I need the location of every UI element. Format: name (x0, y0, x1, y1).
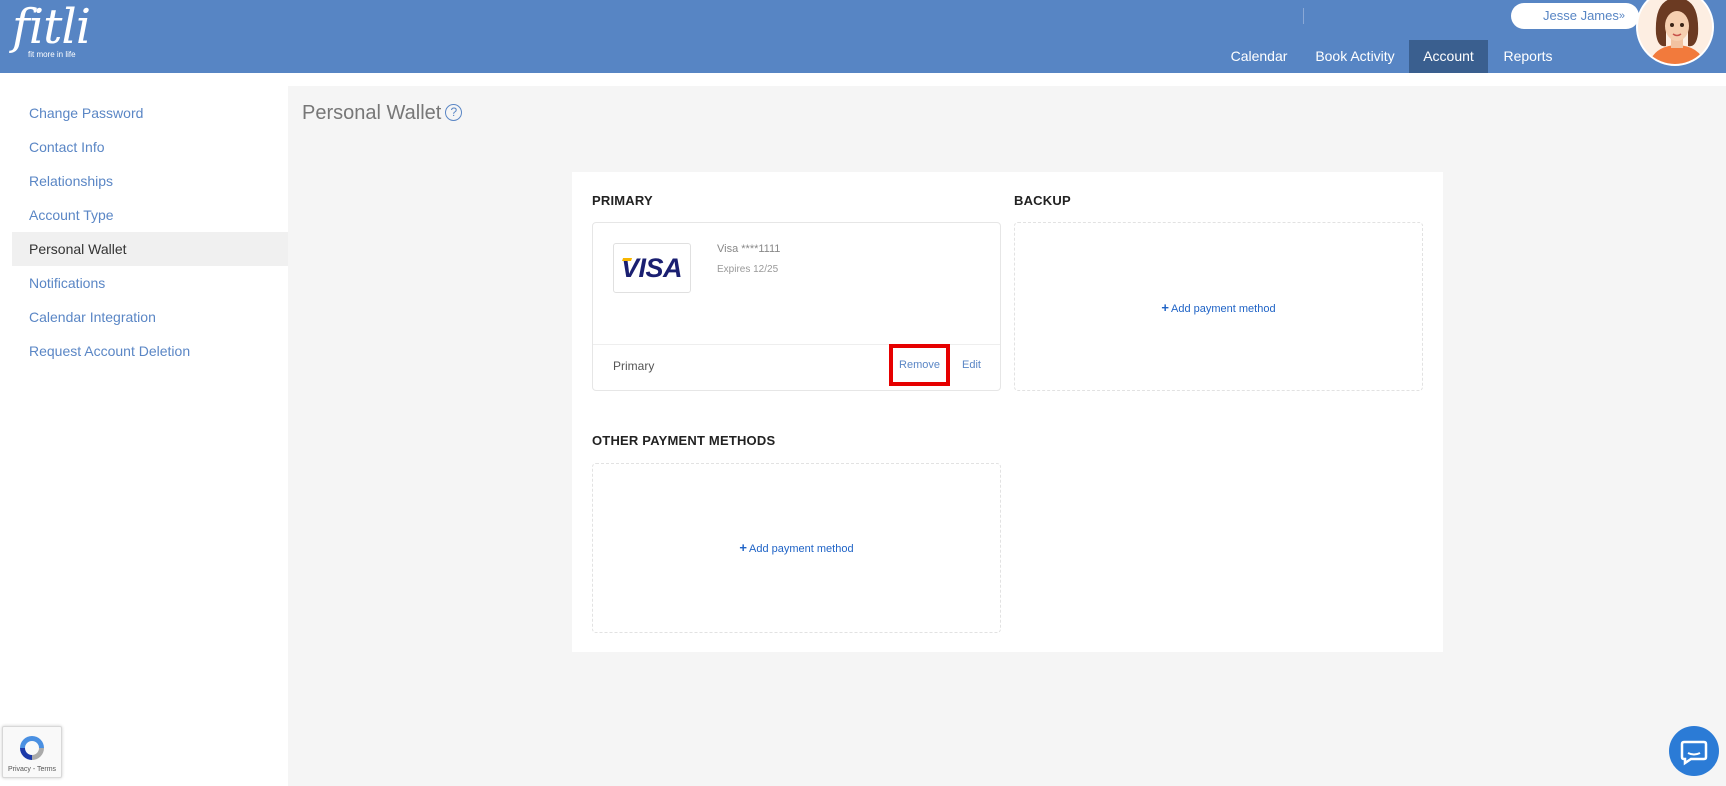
card-expiry: Expires 12/25 (717, 264, 779, 275)
avatar-icon (1638, 0, 1712, 64)
sidebar-item-account-type[interactable]: Account Type (12, 198, 288, 232)
card-number: Visa ****1111 (717, 243, 781, 255)
sidebar-item-personal-wallet[interactable]: Personal Wallet (12, 232, 288, 266)
edit-card-link[interactable]: Edit (962, 359, 981, 371)
remove-card-link[interactable]: Remove (893, 348, 946, 382)
sidebar-item-calendar-integration[interactable]: Calendar Integration (12, 300, 288, 334)
backup-section-title: BACKUP (1014, 193, 1071, 208)
nav-divider (1303, 8, 1304, 24)
nav-calendar[interactable]: Calendar (1219, 40, 1299, 73)
other-payment-slot: + Add payment method (592, 463, 1001, 633)
avatar[interactable] (1636, 0, 1714, 66)
nav-account[interactable]: Account (1409, 40, 1488, 73)
plus-icon: + (739, 540, 747, 555)
backup-card-slot: + Add payment method (1014, 222, 1423, 391)
user-menu[interactable]: Jesse James » (1511, 3, 1639, 29)
page-title-text: Personal Wallet (302, 102, 442, 124)
wallet-panel: PRIMARY BACKUP VISA Visa ****1111 Expire… (572, 172, 1443, 652)
add-backup-payment-button[interactable]: + Add payment method (1015, 300, 1422, 315)
add-other-payment-button[interactable]: + Add payment method (593, 540, 1000, 555)
primary-card: VISA Visa ****1111 Expires 12/25 Primary… (592, 222, 1001, 391)
remove-highlight-box: Remove (889, 344, 950, 386)
page-title: Personal Wallet? (302, 102, 463, 125)
sidebar-item-request-account-deletion[interactable]: Request Account Deletion (12, 334, 288, 368)
primary-section-title: PRIMARY (592, 193, 653, 208)
sidebar-item-notifications[interactable]: Notifications (12, 266, 288, 300)
chat-button[interactable] (1669, 726, 1719, 776)
recaptcha-badge[interactable]: Privacy - Terms (2, 726, 62, 778)
add-other-payment-label: Add payment method (749, 543, 854, 555)
user-name: Jesse James (1543, 8, 1619, 23)
account-sidebar: Change Password Contact Info Relationshi… (12, 96, 288, 368)
add-backup-payment-label: Add payment method (1171, 303, 1276, 315)
sidebar-item-change-password[interactable]: Change Password (12, 96, 288, 130)
other-section-title: OTHER PAYMENT METHODS (592, 433, 776, 448)
sidebar-item-contact-info[interactable]: Contact Info (12, 130, 288, 164)
card-status-label: Primary (613, 359, 655, 373)
logo-tagline: fit more in life (28, 50, 76, 59)
top-header: fitli fit more in life Jesse James » Cal… (0, 0, 1726, 73)
nav-reports[interactable]: Reports (1493, 40, 1563, 73)
help-icon[interactable]: ? (445, 104, 463, 121)
sidebar-item-relationships[interactable]: Relationships (12, 164, 288, 198)
plus-icon: + (1161, 300, 1169, 315)
logo-text: fitli (12, 0, 91, 55)
recaptcha-icon (20, 736, 44, 760)
visa-logo: VISA (613, 243, 691, 293)
main-content: Personal Wallet? PRIMARY BACKUP VISA Vis… (288, 86, 1726, 786)
fitli-logo[interactable]: fitli fit more in life (12, 0, 91, 59)
chat-icon (1680, 740, 1708, 766)
nav-book-activity[interactable]: Book Activity (1307, 40, 1403, 73)
chevron-down-icon: » (1618, 10, 1625, 22)
recaptcha-terms[interactable]: Privacy - Terms (3, 766, 61, 773)
